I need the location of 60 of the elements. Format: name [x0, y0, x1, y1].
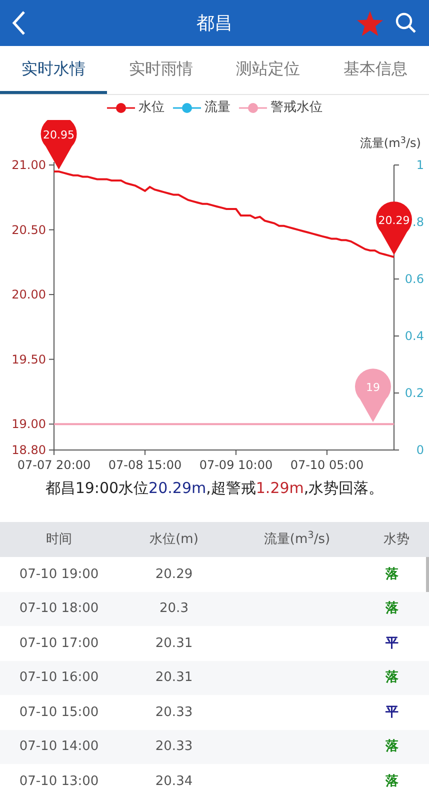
- axis-label: 1: [416, 158, 424, 172]
- axis-label: 0.6: [404, 272, 424, 286]
- table-cell-text: 20.33: [154, 738, 194, 756]
- tab[interactable]: 实时雨情: [107, 46, 214, 94]
- star-icon[interactable]: [357, 10, 383, 36]
- table-cell-text: 07-10 19:00: [18, 566, 100, 584]
- axis-label: 20.50: [12, 222, 46, 237]
- trend-cell-text: 落: [384, 566, 400, 584]
- value-marker: 20.29: [376, 202, 412, 255]
- axis-label: 19.50: [12, 352, 46, 366]
- column-header: 水势: [382, 530, 410, 549]
- table-cell-text: 07-10 18:00: [18, 600, 100, 618]
- legend-label: 警戒水位: [270, 98, 322, 117]
- legend-label: 水位: [138, 98, 164, 117]
- table-cell-text: 20.31: [154, 669, 194, 687]
- axis-label: 07-08 15:00: [108, 458, 182, 472]
- column-header: 水位(m): [148, 530, 200, 549]
- trend-cell-text: 平: [384, 704, 400, 722]
- summary-text: 都昌19:00水位20.29m,超警戒1.29m,水势回落。: [44, 478, 385, 499]
- axis-label: 20.00: [12, 288, 46, 302]
- annotation: 19: [366, 381, 380, 394]
- table-cell-text: 20.29: [154, 566, 194, 584]
- table-cell-text: 07-10 16:00: [18, 669, 100, 687]
- legend-label: 流量: [204, 98, 230, 117]
- table-cell-text: 20.3: [158, 600, 190, 618]
- trend-cell-text: 落: [384, 669, 400, 687]
- axis-label: 18.80: [12, 443, 46, 457]
- table-cell-text: 20.31: [154, 634, 194, 652]
- column-header: 流量(m$^{3}$/s): [262, 530, 332, 549]
- table-cell-text: 20.34: [154, 772, 194, 790]
- value-marker: 19: [355, 368, 391, 422]
- trend-cell-text: 平: [384, 634, 400, 652]
- trend-cell-text: 落: [384, 600, 400, 618]
- axis-label: 07-09 10:00: [199, 458, 273, 472]
- trend-cell-text: 落: [384, 772, 400, 790]
- scrollbar: [426, 557, 429, 592]
- table-cell-text: 20.33: [154, 704, 194, 722]
- column-header: 时间: [45, 530, 73, 549]
- axis-label: 07-10 05:00: [290, 458, 364, 472]
- axis-label: 07-07 20:00: [17, 458, 91, 472]
- tab[interactable]: 测站定位: [214, 46, 322, 94]
- back-icon[interactable]: [12, 10, 26, 36]
- table-cell-text: 07-10 17:00: [18, 634, 100, 652]
- tab[interactable]: 实时水情: [0, 46, 108, 94]
- table-cell-text: 07-10 15:00: [18, 704, 100, 722]
- axis-label: 19.00: [12, 417, 46, 432]
- tab[interactable]: 基本信息: [322, 46, 429, 94]
- axis-label: 0: [416, 443, 424, 457]
- window-title: 都昌: [196, 12, 232, 36]
- table-cell-text: 07-10 14:00: [18, 738, 100, 756]
- axis-label: 0.4: [404, 329, 424, 343]
- axis-label: 0.2: [404, 386, 424, 400]
- annotation: 20.29: [378, 214, 410, 227]
- trend-cell-text: 落: [384, 738, 400, 756]
- search-icon[interactable]: [395, 12, 417, 34]
- annotation: 20.95: [43, 128, 75, 142]
- table-cell-text: 07-10 13:00: [18, 772, 100, 790]
- axis-title: 流量(m$^{3}$/s): [360, 134, 421, 152]
- axis-label: 21.00: [12, 158, 46, 172]
- axis-label: .8: [412, 215, 424, 229]
